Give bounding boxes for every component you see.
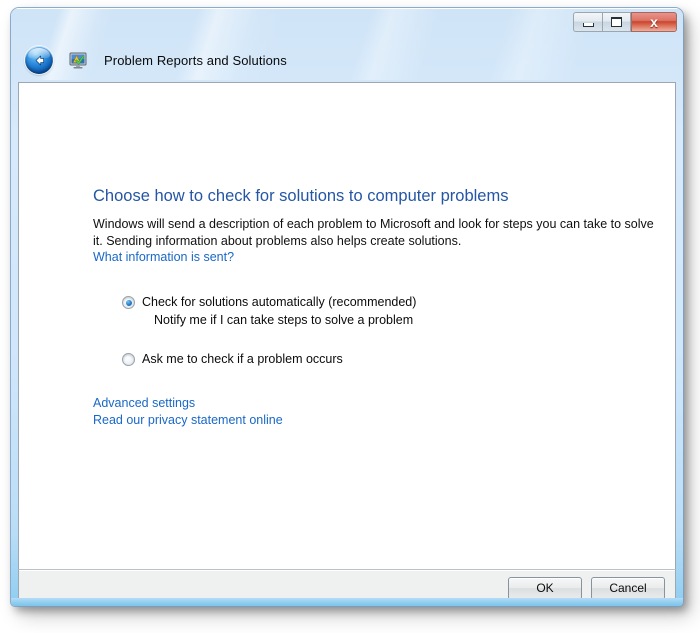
radio-automatic-label: Check for solutions automatically (recom… [142, 295, 417, 309]
titlebar: Problem Reports and Solutions [11, 42, 683, 82]
desktop-background: x Problem Reports and Solutions Choose h… [0, 0, 700, 633]
advanced-settings-link[interactable]: Advanced settings [93, 395, 283, 412]
back-arrow-icon [35, 55, 44, 65]
maximize-icon [611, 17, 622, 27]
window-controls: x [573, 11, 677, 33]
radio-option-automatic[interactable]: Check for solutions automatically (recom… [122, 294, 416, 329]
radio-ask-me-indicator[interactable] [122, 353, 135, 366]
solution-check-options: Check for solutions automatically (recom… [122, 294, 416, 368]
privacy-statement-link[interactable]: Read our privacy statement online [93, 412, 283, 429]
frame-bottom-glass [11, 598, 683, 606]
back-button[interactable] [25, 46, 53, 74]
radio-automatic-sublabel: Notify me if I can take steps to solve a… [154, 313, 414, 327]
close-button[interactable]: x [631, 12, 677, 32]
maximize-button[interactable] [602, 12, 631, 32]
minimize-icon [582, 22, 594, 27]
window-title: Problem Reports and Solutions [104, 53, 287, 68]
application-window: x Problem Reports and Solutions Choose h… [11, 8, 683, 606]
radio-automatic-indicator[interactable] [122, 296, 135, 309]
problem-reports-icon [69, 52, 87, 69]
settings-links: Advanced settings Read our privacy state… [93, 395, 283, 429]
radio-ask-me-label: Ask me to check if a problem occurs [142, 352, 343, 366]
cancel-button[interactable]: Cancel [591, 576, 665, 600]
page-description: Windows will send a description of each … [93, 216, 659, 249]
ok-button[interactable]: OK [508, 576, 582, 600]
page-title: Choose how to check for solutions to com… [93, 187, 509, 205]
content-pane: Choose how to check for solutions to com… [18, 82, 676, 569]
minimize-button[interactable] [573, 12, 602, 32]
frame-top-highlight [12, 8, 682, 9]
radio-option-ask-me[interactable]: Ask me to check if a problem occurs [122, 351, 416, 368]
what-information-is-sent-link[interactable]: What information is sent? [93, 250, 234, 264]
description-line-2: Sending information about problems also … [106, 233, 462, 248]
close-icon: x [650, 14, 658, 30]
